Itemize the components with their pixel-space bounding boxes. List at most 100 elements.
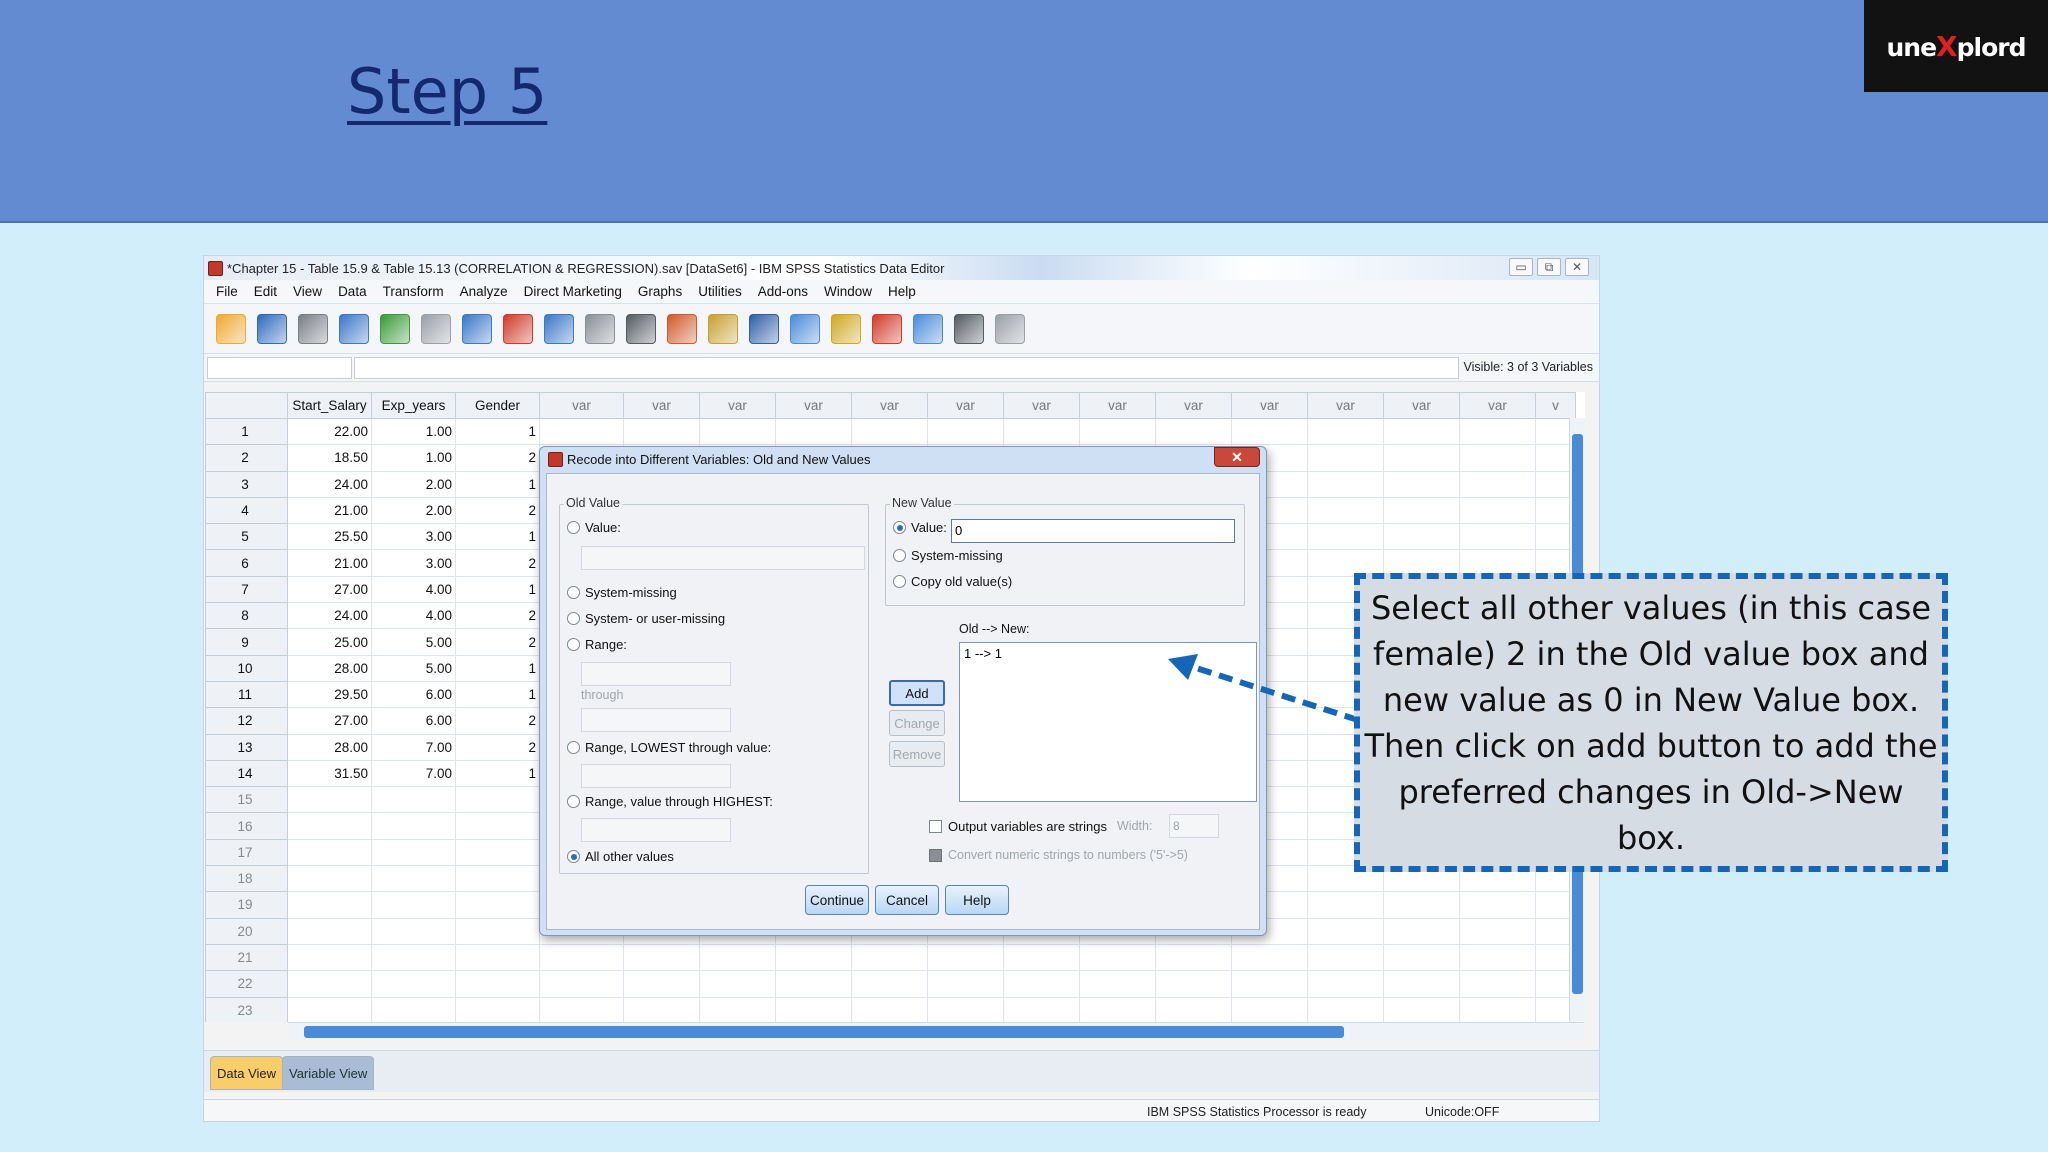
data-cell[interactable]: 4.00 bbox=[371, 602, 456, 630]
range-to-input[interactable] bbox=[581, 708, 731, 732]
empty-cell[interactable] bbox=[1155, 417, 1232, 446]
data-cell[interactable]: 1 bbox=[455, 759, 540, 788]
data-cell[interactable]: 1.00 bbox=[371, 417, 456, 446]
select-cases-icon[interactable] bbox=[831, 313, 861, 344]
empty-cell[interactable] bbox=[1003, 970, 1080, 998]
data-cell[interactable] bbox=[287, 917, 372, 945]
menu-edit[interactable]: Edit bbox=[246, 284, 285, 299]
empty-cell[interactable] bbox=[1003, 417, 1080, 446]
empty-cell[interactable] bbox=[623, 417, 700, 446]
column-header-var[interactable]: var bbox=[539, 392, 624, 419]
row-number[interactable]: 22 bbox=[205, 970, 288, 998]
empty-cell[interactable] bbox=[1459, 891, 1536, 919]
data-cell[interactable]: 6.00 bbox=[371, 680, 456, 709]
empty-cell[interactable] bbox=[1459, 496, 1536, 525]
data-cell[interactable] bbox=[455, 970, 540, 998]
empty-cell[interactable] bbox=[1307, 970, 1384, 998]
empty-cell[interactable] bbox=[1307, 444, 1384, 472]
empty-cell[interactable] bbox=[1307, 891, 1384, 919]
empty-cell[interactable] bbox=[775, 996, 852, 1022]
empty-cell[interactable] bbox=[623, 943, 700, 972]
data-cell[interactable] bbox=[371, 838, 456, 867]
data-cell[interactable]: 3.00 bbox=[371, 523, 456, 551]
row-number[interactable]: 5 bbox=[205, 523, 288, 551]
copy-old-values-radio[interactable]: Copy old value(s) bbox=[893, 574, 1012, 589]
insert-cases-icon[interactable] bbox=[667, 313, 697, 344]
new-system-missing-radio[interactable]: System-missing bbox=[893, 548, 1003, 563]
empty-cell[interactable] bbox=[775, 417, 852, 446]
width-input[interactable]: 8 bbox=[1169, 814, 1219, 838]
row-number[interactable]: 17 bbox=[205, 838, 288, 867]
data-cell[interactable]: 31.50 bbox=[287, 759, 372, 788]
row-number[interactable]: 20 bbox=[205, 917, 288, 945]
column-header-var[interactable]: var bbox=[699, 392, 776, 419]
row-number[interactable]: 23 bbox=[205, 996, 288, 1022]
data-cell[interactable]: 29.50 bbox=[287, 680, 372, 709]
data-cell[interactable] bbox=[287, 943, 372, 972]
menu-window[interactable]: Window bbox=[816, 284, 880, 299]
data-cell[interactable] bbox=[287, 812, 372, 840]
data-cell[interactable]: 6.00 bbox=[371, 707, 456, 735]
data-cell[interactable]: 18.50 bbox=[287, 444, 372, 472]
help-button[interactable]: Help bbox=[945, 885, 1009, 915]
data-cell[interactable]: 28.00 bbox=[287, 654, 372, 682]
data-cell[interactable] bbox=[455, 996, 540, 1022]
restore-button[interactable]: ⧉ bbox=[1537, 258, 1561, 276]
empty-cell[interactable] bbox=[1307, 470, 1384, 498]
data-cell[interactable]: 7.00 bbox=[371, 759, 456, 788]
empty-cell[interactable] bbox=[623, 970, 700, 998]
empty-cell[interactable] bbox=[1459, 943, 1536, 972]
empty-cell[interactable] bbox=[1383, 943, 1460, 972]
empty-cell[interactable] bbox=[775, 943, 852, 972]
empty-cell[interactable] bbox=[851, 943, 928, 972]
empty-cell[interactable] bbox=[1459, 523, 1536, 551]
goto-variable-icon[interactable] bbox=[503, 313, 533, 344]
row-number[interactable]: 9 bbox=[205, 628, 288, 656]
empty-cell[interactable] bbox=[1003, 943, 1080, 972]
data-cell[interactable] bbox=[455, 865, 540, 893]
data-cell[interactable]: 1 bbox=[455, 575, 540, 604]
data-cell[interactable] bbox=[371, 917, 456, 945]
horizontal-scrollbar[interactable] bbox=[288, 1022, 1584, 1040]
data-cell[interactable]: 21.00 bbox=[287, 549, 372, 577]
data-cell[interactable]: 1 bbox=[455, 523, 540, 551]
data-cell[interactable]: 3.00 bbox=[371, 549, 456, 577]
column-header-var[interactable]: var bbox=[775, 392, 852, 419]
empty-cell[interactable] bbox=[1307, 996, 1384, 1022]
range-lowest-input[interactable] bbox=[581, 764, 731, 788]
cell-content-field[interactable] bbox=[354, 357, 1459, 379]
empty-cell[interactable] bbox=[1155, 943, 1232, 972]
cell-reference-field[interactable] bbox=[207, 357, 352, 379]
empty-cell[interactable] bbox=[851, 970, 928, 998]
empty-cell[interactable] bbox=[851, 417, 928, 446]
find-icon[interactable] bbox=[626, 313, 656, 344]
column-header-gender[interactable]: Gender bbox=[455, 392, 540, 419]
old-value-input[interactable] bbox=[581, 546, 865, 570]
split-file-icon[interactable] bbox=[749, 313, 779, 344]
data-cell[interactable]: 5.00 bbox=[371, 628, 456, 656]
range-from-input[interactable] bbox=[581, 662, 731, 686]
empty-cell[interactable] bbox=[1003, 996, 1080, 1022]
new-value-radio[interactable]: Value: bbox=[893, 520, 947, 535]
data-cell[interactable] bbox=[455, 943, 540, 972]
data-cell[interactable] bbox=[287, 970, 372, 998]
column-header-var[interactable]: var bbox=[1459, 392, 1536, 419]
menu-help[interactable]: Help bbox=[880, 284, 924, 299]
menu-data[interactable]: Data bbox=[330, 284, 375, 299]
dialog-recall-icon[interactable] bbox=[339, 313, 369, 344]
data-cell[interactable]: 24.00 bbox=[287, 470, 372, 498]
empty-cell[interactable] bbox=[1231, 417, 1308, 446]
data-cell[interactable]: 22.00 bbox=[287, 417, 372, 446]
data-cell[interactable]: 1 bbox=[455, 470, 540, 498]
empty-cell[interactable] bbox=[1383, 891, 1460, 919]
empty-cell[interactable] bbox=[1079, 970, 1156, 998]
empty-cell[interactable] bbox=[927, 417, 1004, 446]
old-value-radio[interactable]: Value: bbox=[567, 520, 621, 535]
column-header-var[interactable]: var bbox=[1003, 392, 1080, 419]
data-cell[interactable] bbox=[371, 996, 456, 1022]
goto-case-icon[interactable] bbox=[462, 313, 492, 344]
data-cell[interactable] bbox=[287, 865, 372, 893]
weight-cases-icon[interactable] bbox=[790, 313, 820, 344]
row-number[interactable]: 13 bbox=[205, 733, 288, 761]
empty-cell[interactable] bbox=[1307, 417, 1384, 446]
